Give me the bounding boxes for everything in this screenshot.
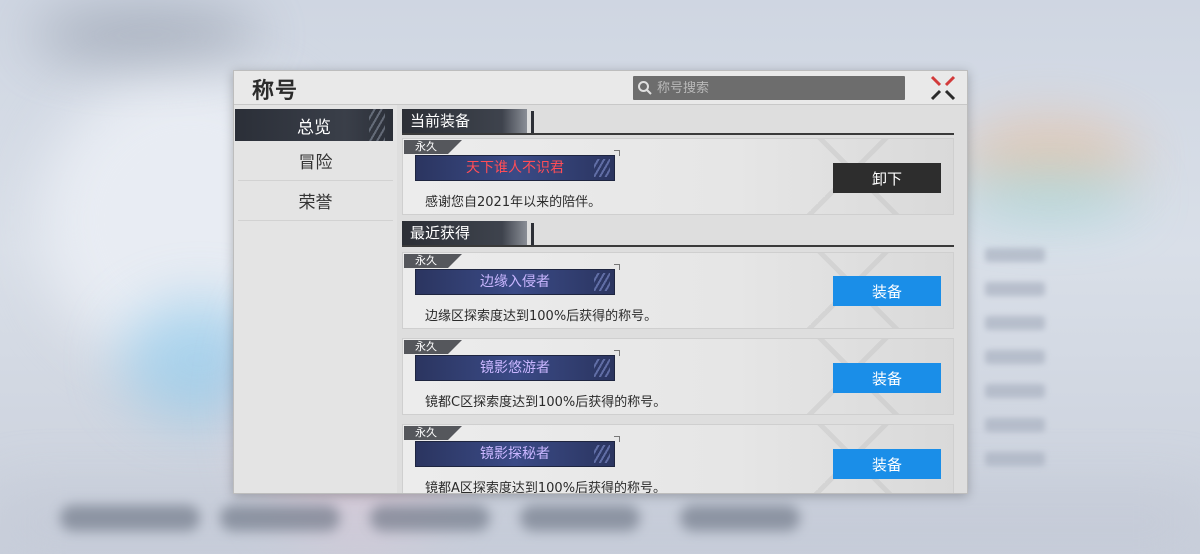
background-menu-item [985, 282, 1045, 296]
section-marker [531, 111, 534, 133]
equip-button[interactable]: 装备 [833, 276, 941, 306]
permanent-badge: 永久 [404, 140, 448, 154]
background-bar-item [520, 505, 640, 531]
background-bar-item [680, 505, 800, 531]
close-icon [930, 75, 956, 101]
permanent-badge: 永久 [404, 254, 448, 268]
section-label: 当前装备 [402, 109, 527, 133]
title-card: 永久 天下谁人不识君 感谢您自2021年以来的陪伴。 卸下 [402, 138, 954, 215]
dialog-header: 称号 [234, 71, 967, 105]
title-name: 天下谁人不识君 [466, 160, 564, 176]
plate-stripe [594, 445, 610, 463]
background-bar-item [370, 505, 490, 531]
section-marker [531, 223, 534, 245]
background-blur [960, 175, 1140, 215]
tab-honor[interactable]: 荣誉 [238, 181, 393, 221]
titles-list: 当前装备 永久 天下谁人不识君 感谢您自2021年以来的陪伴。 卸下 最近获得 … [402, 105, 966, 493]
close-button[interactable] [929, 74, 957, 102]
background-menu-item [985, 248, 1045, 262]
badge-tail [448, 254, 462, 268]
background-menu-item [985, 350, 1045, 364]
section-current-equipped: 当前装备 [402, 109, 954, 135]
background-menu-item [985, 418, 1045, 432]
background-blur [30, 10, 260, 60]
badge-tail [448, 340, 462, 354]
title-description: 镜都A区探索度达到100%后获得的称号。 [425, 481, 667, 493]
plate-corner [614, 150, 620, 156]
title-card: 永久 镜影探秘者 镜都A区探索度达到100%后获得的称号。 装备 [402, 424, 954, 493]
title-name: 镜影探秘者 [480, 446, 550, 462]
badge-tail [448, 426, 462, 440]
title-name: 边缘入侵者 [480, 274, 550, 290]
title-search-box[interactable] [633, 76, 905, 100]
section-recently-obtained: 最近获得 [402, 221, 954, 247]
permanent-badge: 永久 [404, 426, 448, 440]
background-menu-item [985, 384, 1045, 398]
search-icon [633, 76, 657, 100]
titles-dialog: 称号 总览 冒险 荣誉 当前装备 永久 [233, 70, 968, 494]
title-card: 永久 镜影悠游者 镜都C区探索度达到100%后获得的称号。 装备 [402, 338, 954, 415]
plate-corner [614, 264, 620, 270]
title-nameplate: 边缘入侵者 [415, 264, 620, 295]
title-nameplate: 镜影悠游者 [415, 350, 620, 381]
background-bar-item [60, 505, 200, 531]
equip-button[interactable]: 装备 [833, 449, 941, 479]
plate-corner [614, 436, 620, 442]
title-description: 感谢您自2021年以来的陪伴。 [425, 195, 602, 210]
equip-button[interactable]: 装备 [833, 363, 941, 393]
tab-overview[interactable]: 总览 [235, 109, 393, 141]
permanent-badge: 永久 [404, 340, 448, 354]
title-name: 镜影悠游者 [480, 360, 550, 376]
section-label: 最近获得 [402, 221, 527, 245]
tab-adventure[interactable]: 冒险 [238, 141, 393, 181]
title-nameplate: 镜影探秘者 [415, 436, 620, 467]
background-menu-item [985, 316, 1045, 330]
title-card: 永久 边缘入侵者 边缘区探索度达到100%后获得的称号。 装备 [402, 252, 954, 329]
dialog-title: 称号 [252, 79, 299, 104]
badge-tail [448, 140, 462, 154]
title-description: 镜都C区探索度达到100%后获得的称号。 [425, 395, 667, 410]
plate-stripe [594, 159, 610, 177]
plate-corner [614, 350, 620, 356]
category-sidebar: 总览 冒险 荣誉 [234, 105, 397, 493]
title-description: 边缘区探索度达到100%后获得的称号。 [425, 309, 658, 324]
title-nameplate: 天下谁人不识君 [415, 150, 620, 181]
unequip-button[interactable]: 卸下 [833, 163, 941, 193]
title-search-input[interactable] [657, 80, 887, 96]
background-menu-item [985, 452, 1045, 466]
plate-stripe [594, 359, 610, 377]
plate-stripe [594, 273, 610, 291]
background-bar-item [220, 505, 340, 531]
